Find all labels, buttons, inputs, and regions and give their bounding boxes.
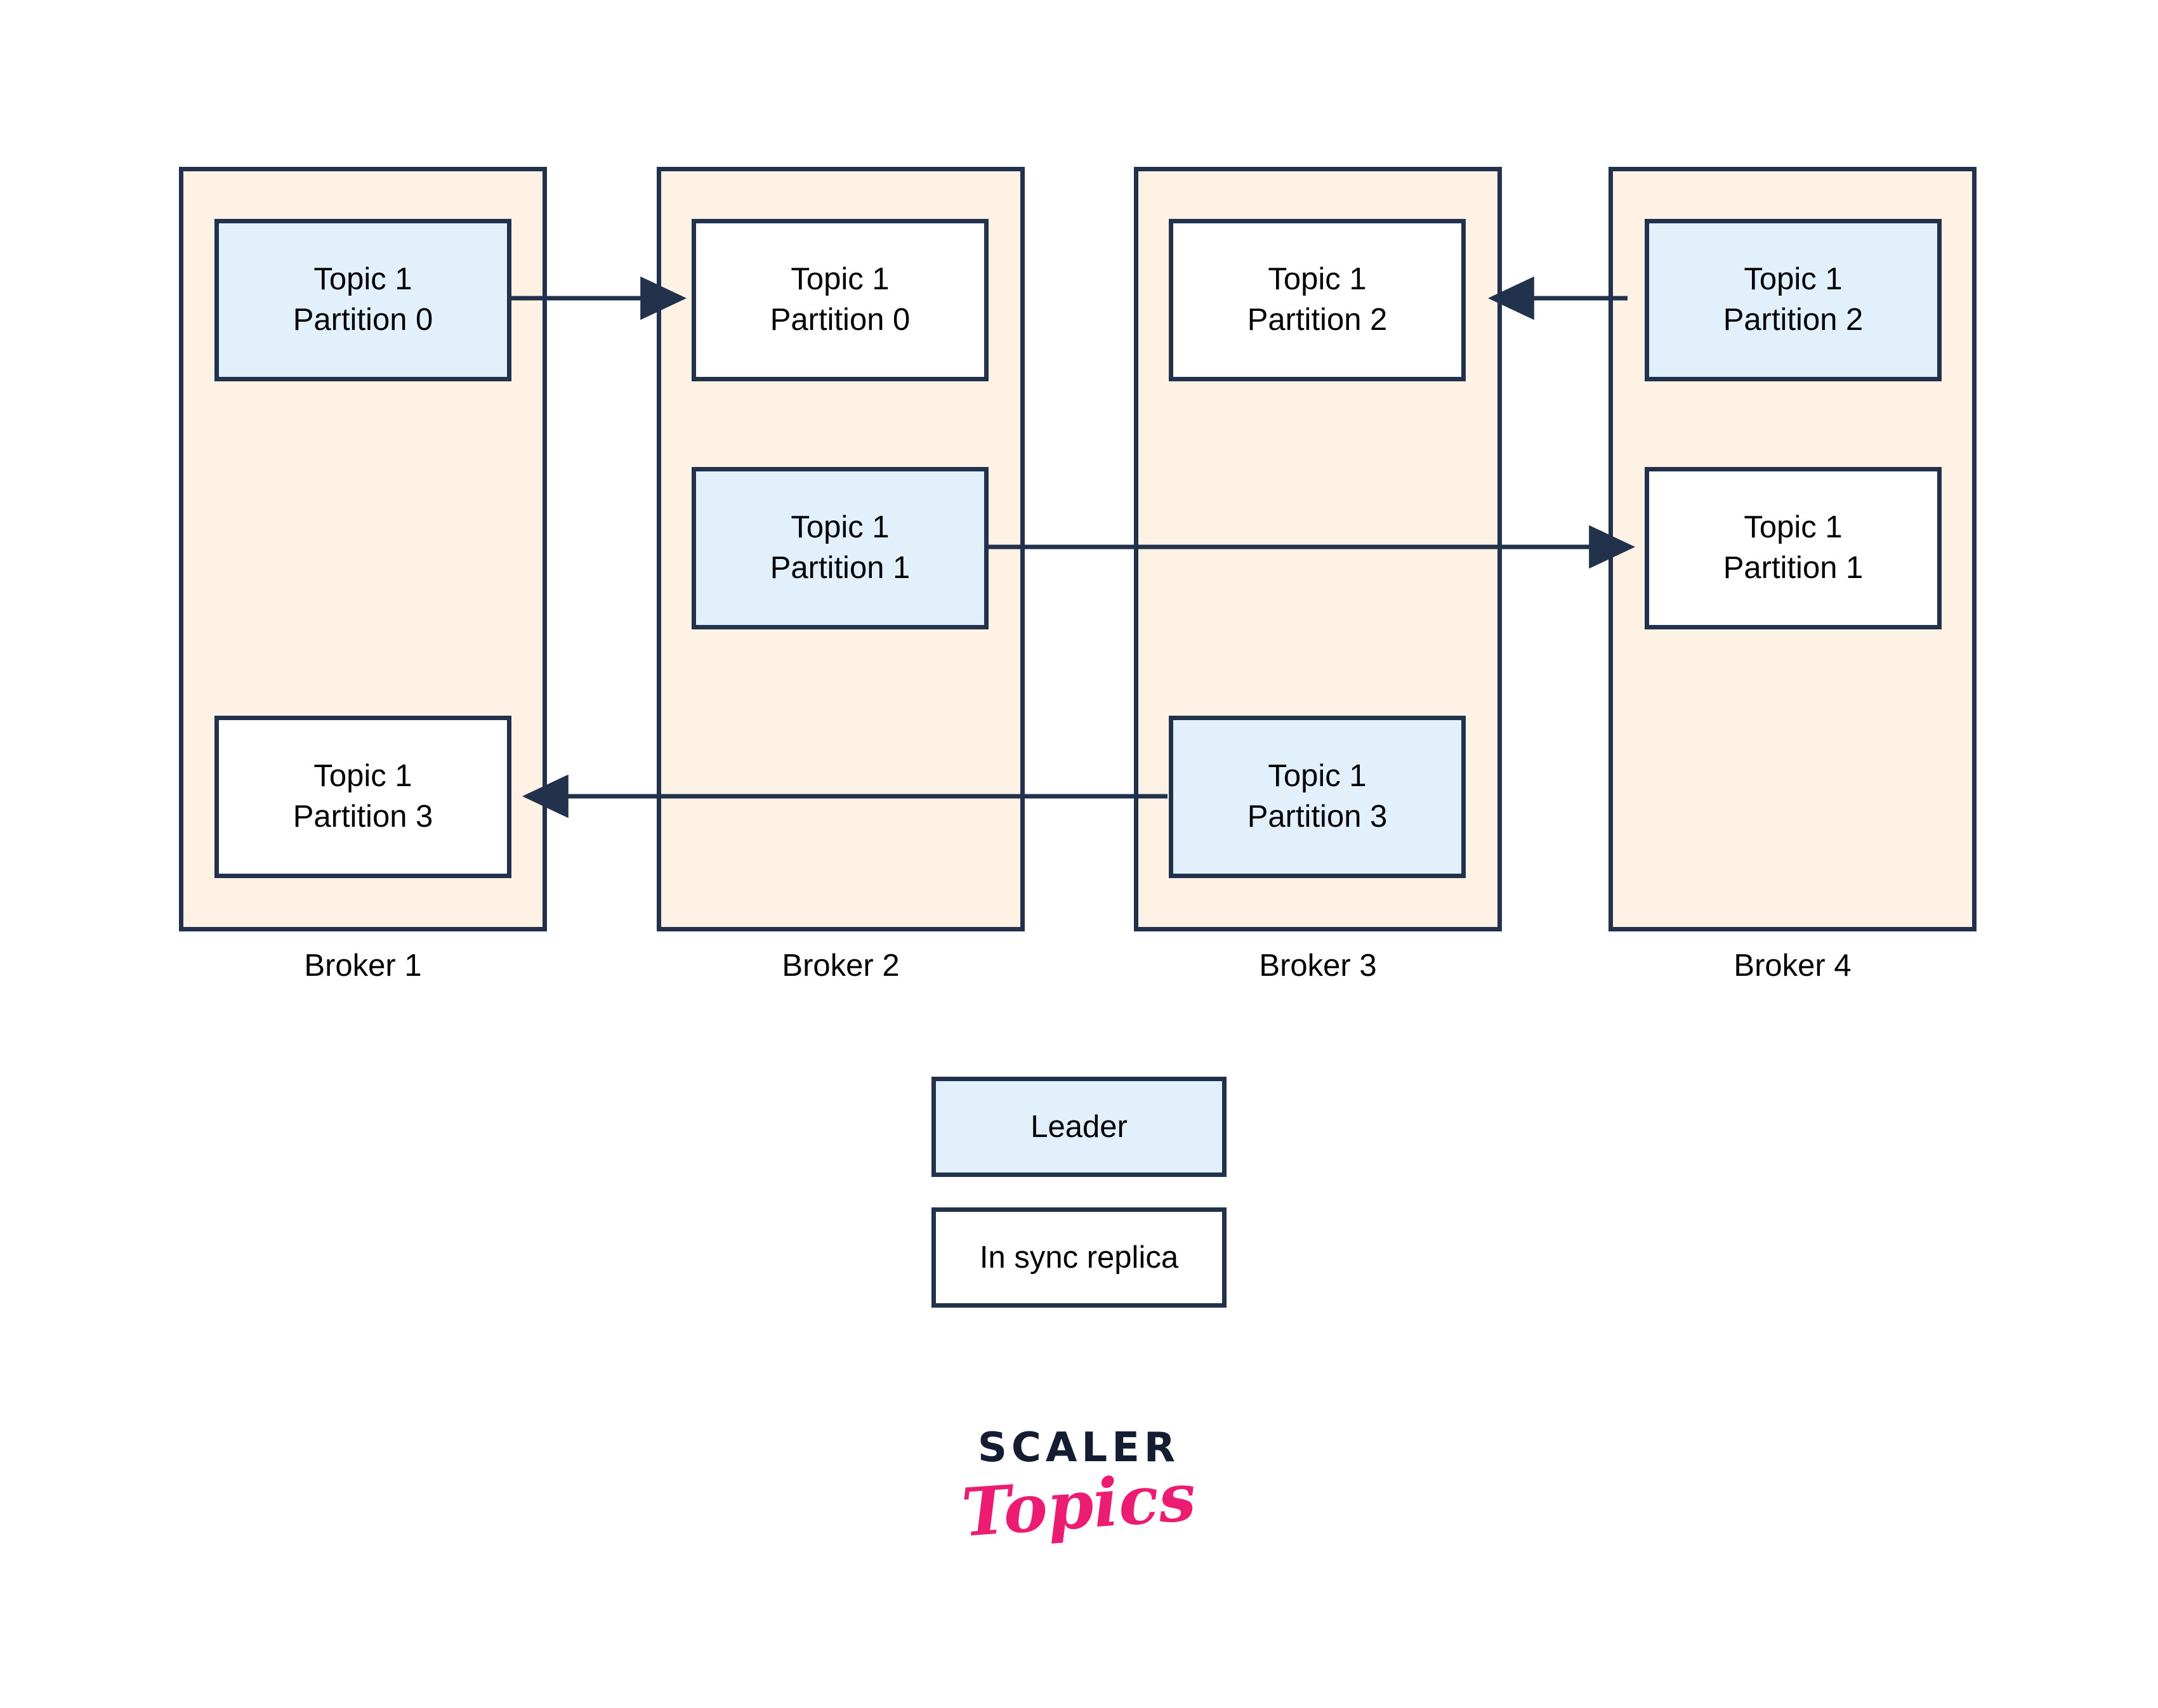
legend-leader-label: Leader bbox=[1030, 1109, 1128, 1144]
partition-topic-label: Topic 1 bbox=[313, 262, 412, 297]
partition-index-label: Partition 2 bbox=[1247, 303, 1388, 337]
broker-label-1: Broker 1 bbox=[304, 949, 422, 983]
partition-box-b1-p3[interactable]: Topic 1 Partition 3 bbox=[214, 716, 511, 878]
broker-label-2: Broker 2 bbox=[782, 949, 900, 983]
partition-box-b3-p2[interactable]: Topic 1 Partition 2 bbox=[1169, 219, 1466, 381]
partition-box-b2-p1[interactable]: Topic 1 Partition 1 bbox=[692, 467, 989, 629]
logo-topics-wordmark: Topics bbox=[959, 1457, 1199, 1552]
legend-replica-label: In sync replica bbox=[979, 1240, 1179, 1275]
diagram-canvas: Topic 1 Partition 0 Topic 1 Partition 3 … bbox=[0, 0, 2158, 1708]
partition-index-label: Partition 3 bbox=[1247, 799, 1388, 834]
partition-box-b4-p1[interactable]: Topic 1 Partition 1 bbox=[1645, 467, 1942, 629]
partition-box-b4-p2[interactable]: Topic 1 Partition 2 bbox=[1645, 219, 1942, 381]
broker-label-3: Broker 3 bbox=[1259, 949, 1377, 983]
partition-index-label: Partition 0 bbox=[770, 303, 911, 337]
partition-topic-label: Topic 1 bbox=[1744, 510, 1843, 545]
partition-index-label: Partition 1 bbox=[770, 551, 911, 585]
partition-topic-label: Topic 1 bbox=[1268, 759, 1367, 794]
partition-topic-label: Topic 1 bbox=[791, 262, 890, 297]
partition-index-label: Partition 2 bbox=[1723, 303, 1864, 337]
partition-topic-label: Topic 1 bbox=[791, 510, 890, 545]
partition-box-b3-p3[interactable]: Topic 1 Partition 3 bbox=[1169, 716, 1466, 878]
partition-box-b2-p0[interactable]: Topic 1 Partition 0 bbox=[692, 219, 989, 381]
partition-topic-label: Topic 1 bbox=[1268, 262, 1367, 297]
legend-item-leader[interactable]: Leader bbox=[931, 1077, 1227, 1177]
partition-index-label: Partition 3 bbox=[293, 799, 433, 834]
scaler-topics-logo: SCALER Topics bbox=[939, 1428, 1218, 1567]
partition-topic-label: Topic 1 bbox=[1744, 262, 1843, 297]
partition-topic-label: Topic 1 bbox=[313, 759, 412, 794]
partition-index-label: Partition 0 bbox=[293, 303, 433, 337]
partition-box-b1-p0[interactable]: Topic 1 Partition 0 bbox=[214, 219, 511, 381]
broker-label-4: Broker 4 bbox=[1734, 949, 1852, 983]
legend-item-in-sync-replica[interactable]: In sync replica bbox=[931, 1207, 1227, 1308]
partition-index-label: Partition 1 bbox=[1723, 551, 1864, 585]
